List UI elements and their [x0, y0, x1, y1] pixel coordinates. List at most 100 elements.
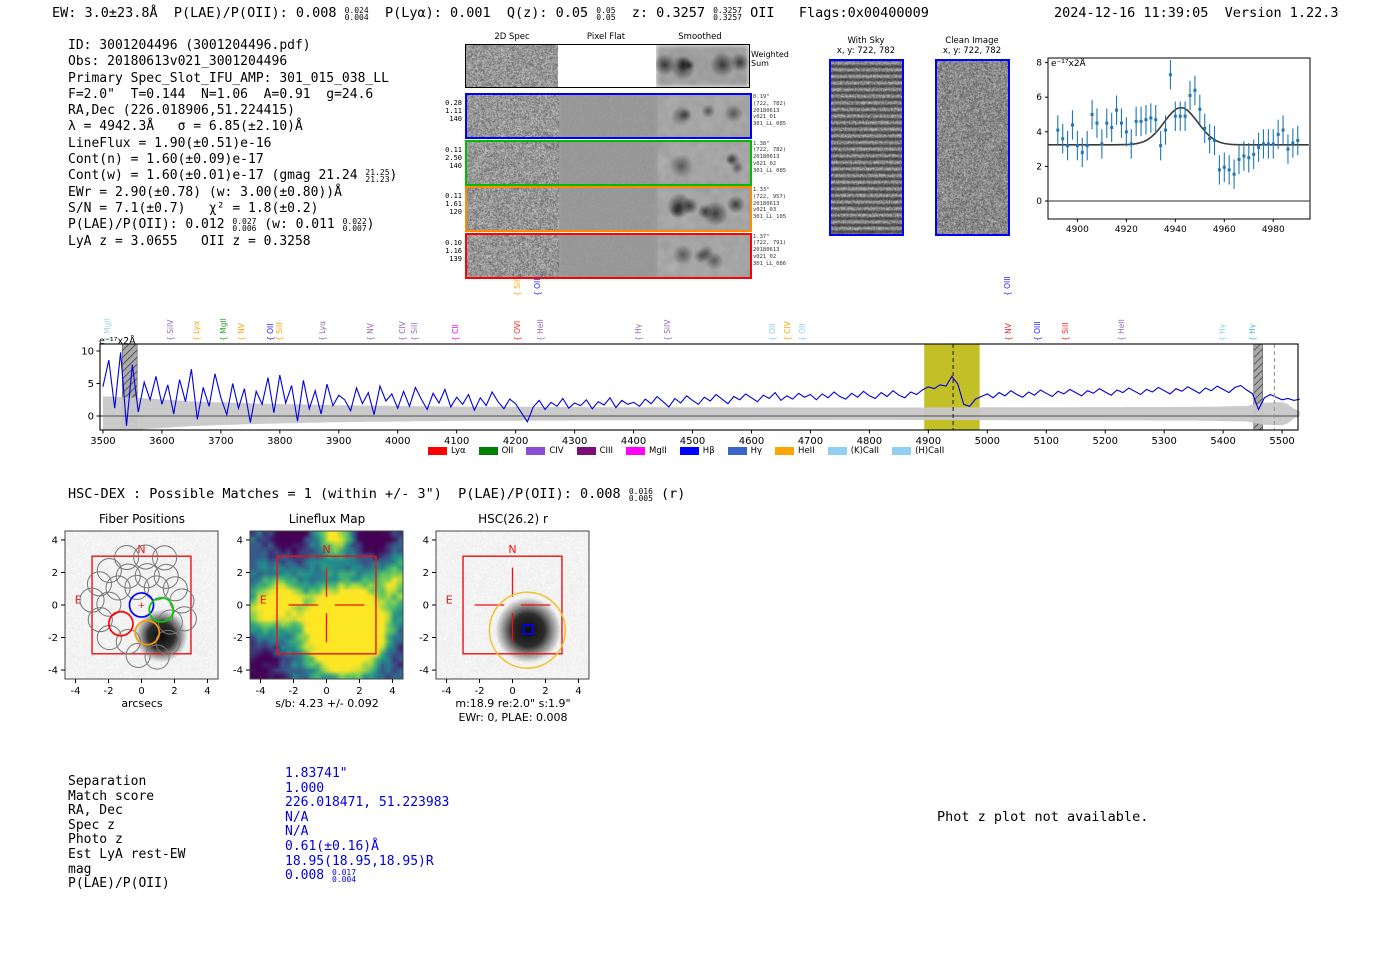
svg-text:4: 4 [52, 535, 58, 546]
match-row-label-4: Spec z [68, 817, 115, 833]
svg-text:0: 0 [52, 601, 58, 612]
full-spectrum-plot: 3500 3600 3700 3800 3900 4000 4100 4200 4300 4400… [81, 343, 1300, 447]
legend-label: CIV [549, 446, 564, 456]
legend-label: Lyα [451, 446, 466, 456]
legend-swatch [626, 447, 646, 455]
pixel-flat-image [562, 188, 654, 230]
svg-text:4: 4 [204, 686, 210, 697]
legend-swatch [526, 447, 546, 455]
svg-text:5500: 5500 [1269, 436, 1294, 447]
info-line-4: F=2.0" T=0.144 N=1.06 A=0.91 g=24.6 [68, 86, 374, 102]
photz-note: Phot z plot not available. [937, 809, 1149, 825]
lineflux-map-title: Lineflux Map [288, 512, 366, 526]
svg-text:-2: -2 [419, 633, 429, 644]
with-sky-coords: x, y: 722, 782 [836, 46, 896, 56]
smoothed-image [657, 234, 750, 277]
svg-text:2: 2 [356, 686, 362, 697]
svg-text:4: 4 [1036, 128, 1042, 138]
svg-text:3500: 3500 [90, 436, 115, 447]
pixel-flat-image [562, 234, 654, 277]
svg-text:4: 4 [423, 535, 429, 546]
weighted-sum-label: Weighted Sum [751, 50, 789, 68]
hsc-xlabel2: EWr: 0, PLAE: 0.008 [458, 711, 568, 724]
clean-image-coords: x, y: 722, 782 [942, 46, 1002, 56]
match-row-value-6: 0.61(±0.16)Å [285, 839, 379, 854]
svg-text:5400: 5400 [1210, 436, 1235, 447]
col-header-2dspec: 2D Spec [494, 32, 530, 42]
svg-text:0: 0 [1036, 197, 1042, 207]
svg-text:0: 0 [509, 686, 515, 697]
raw-2dspec-image [467, 95, 559, 137]
info-line-3: Primary Spec_Slot_IFU_AMP: 301_015_038_L… [68, 70, 389, 86]
row-stats-label: 0.10 1.16 139 [445, 238, 462, 263]
legend-swatch [892, 447, 912, 455]
lineflux-map-overlay: -4 -4 -2 -2 0 0 2 2 4 4 N E [233, 530, 404, 697]
row-annotation: 0.19" (722, 782) 20180613 v021_01 301_LL_085 [753, 94, 787, 128]
hsc-r-overlay: -4 -4 -2 -2 0 0 2 2 4 4 N E [419, 530, 590, 697]
smoothed-image [657, 188, 750, 230]
legend-item-OII: OII [478, 446, 513, 456]
fiber-cutout-row-1 [465, 93, 752, 139]
stacked-uncertainty: 0.017 0.004 [331, 867, 357, 885]
match-row-label-2: Match score [68, 788, 155, 804]
svg-text:5: 5 [88, 379, 94, 390]
match-row-label-5: Photo z [68, 832, 123, 848]
stacked-uncertainty: 0.022 0.007 [342, 216, 367, 234]
row-stats-label: 0.11 1.61 120 [445, 192, 462, 216]
svg-text:4960: 4960 [1213, 225, 1236, 235]
legend-item-Hγ: Hγ [727, 446, 762, 456]
row-stats-label: 0.11 2.50 140 [445, 145, 462, 170]
info-line-13: LyA z = 3.0655 OII z = 0.3258 [68, 233, 311, 249]
match-row-value-3: 226.018471, 51.223983 [285, 795, 450, 811]
weighted-sum-row [465, 44, 750, 88]
col-header-smoothed: Smoothed [678, 32, 722, 42]
match-row-label-6: Est LyA rest-EW [68, 847, 186, 862]
svg-text:4980: 4980 [1262, 225, 1285, 235]
svg-text:4000: 4000 [385, 436, 410, 447]
stacked-uncertainty: 0.016 0.005 [628, 486, 653, 503]
smoothed-image [656, 45, 749, 87]
summary-header: EW: 3.0±23.8Å P(LAE)/P(OII): 0.008 0.024… [52, 5, 929, 22]
svg-text:0: 0 [88, 412, 94, 423]
svg-text:5000: 5000 [975, 436, 1000, 447]
fiber-cutout-row-4 [465, 232, 752, 279]
lineflux-xlabel: s/b: 4.23 +/- 0.092 [275, 697, 379, 710]
clean-image-title: Clean Image [945, 36, 999, 46]
svg-text:-2: -2 [104, 686, 114, 697]
svg-text:N: N [322, 543, 330, 556]
legend-label: (H)CaII [915, 446, 945, 456]
legend-swatch [428, 447, 447, 455]
svg-text:8: 8 [1036, 59, 1042, 69]
svg-text:10: 10 [81, 347, 94, 358]
pixel-flat-image [561, 45, 653, 87]
legend-label: (K)CaII [850, 446, 880, 456]
legend-item-CIII: CIII [576, 446, 614, 456]
info-line-10: EWr = 2.90(±0.78) (w: 3.00(±0.80))Å [68, 184, 342, 200]
svg-text:0: 0 [423, 601, 429, 612]
svg-text:4: 4 [237, 535, 243, 546]
spectrum-legend: Lyα OII CIV CIII MgII Hβ Hγ HeII (K)CaII (H)CaII [428, 446, 944, 456]
svg-text:4940: 4940 [1164, 225, 1187, 235]
row-stats-label: 0.28 1.11 140 [445, 99, 462, 123]
legend-label: CIII [599, 446, 614, 456]
legend-item-CIV: CIV [526, 446, 564, 456]
legend-swatch [727, 447, 747, 455]
svg-text:-4: -4 [442, 686, 452, 697]
info-line-9: Cont(w) = 1.60(±0.01)e-17 (gmag 21.24 21… [68, 167, 398, 185]
stacked-uncertainty: 0.05 0.05 [596, 5, 616, 22]
hsc-r-title: HSC(26.2) r [478, 512, 548, 526]
emission-line-label-OIII: { OIII [532, 276, 542, 296]
info-line-8: Cont(n) = 1.60(±0.09)e-17 [68, 152, 264, 168]
legend-label: Hβ [702, 446, 715, 456]
info-line-11: S/N = 7.1(±0.7) χ² = 1.8(±0.2) [68, 200, 319, 216]
svg-text:0: 0 [138, 686, 144, 697]
svg-text:4: 4 [389, 686, 395, 697]
info-line-6: λ = 4942.3Å σ = 6.85(±2.10)Å [68, 119, 303, 135]
svg-text:-4: -4 [233, 666, 243, 677]
legend-label: MgII [649, 446, 667, 456]
legend-swatch [679, 447, 699, 455]
stacked-uncertainty: 0.027 0.006 [232, 216, 257, 234]
svg-text:3700: 3700 [208, 436, 233, 447]
raw-2dspec-image [467, 188, 559, 230]
fiber-positions-overlay: -4-4-2-2002244NE + [48, 530, 219, 697]
